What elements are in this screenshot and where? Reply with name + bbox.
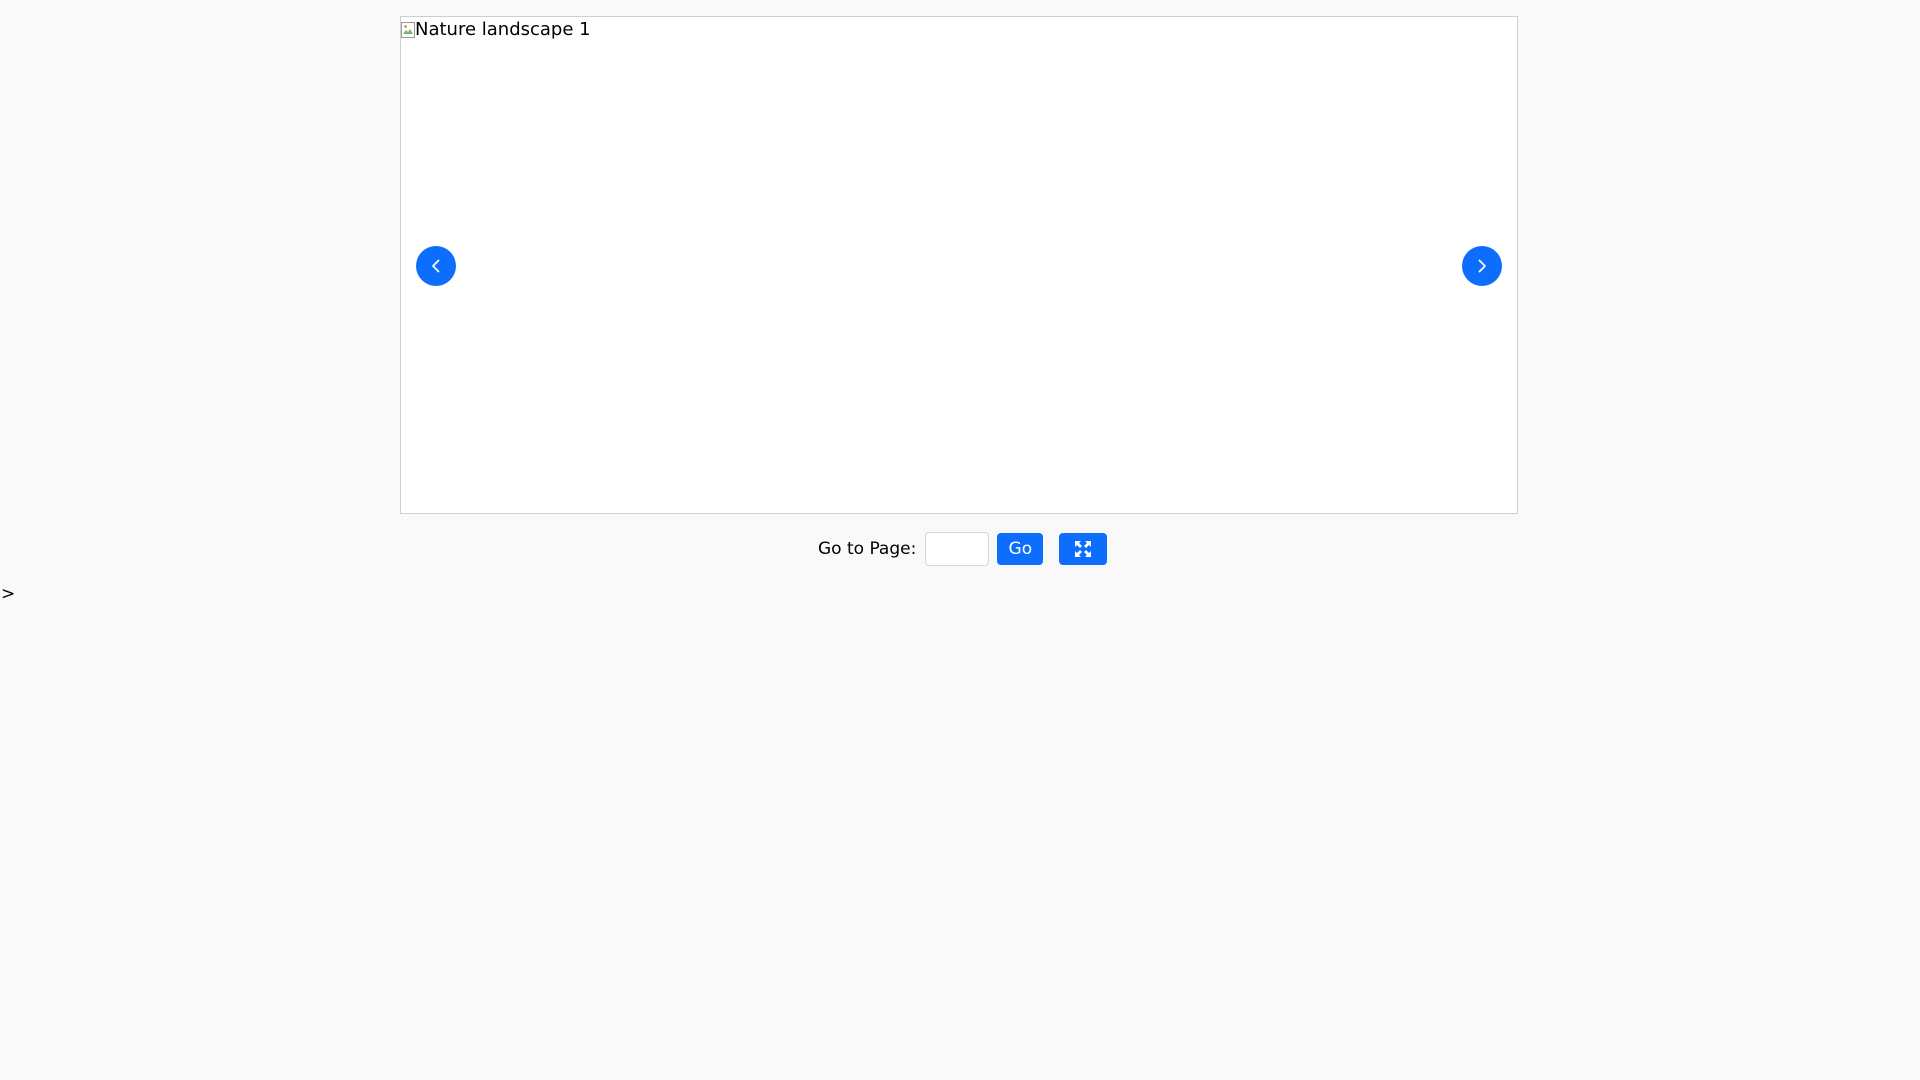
slideshow-viewer: Nature landscape 1 (400, 16, 1518, 514)
previous-slide-button[interactable] (416, 246, 456, 286)
fullscreen-icon (1075, 541, 1092, 557)
page-controls-group: Go to Page: Go (818, 532, 1108, 566)
goto-page-label: Go to Page: (818, 539, 917, 559)
fullscreen-button[interactable] (1059, 533, 1108, 565)
page-controls: Go to Page: Go (0, 532, 1920, 566)
stray-text: > (1, 584, 16, 604)
next-slide-button[interactable] (1462, 246, 1502, 286)
go-button[interactable]: Go (997, 533, 1044, 565)
broken-image-icon (401, 22, 415, 38)
image-alt-text: Nature landscape 1 (415, 19, 591, 40)
slide-image: Nature landscape 1 (401, 17, 591, 42)
chevron-right-icon (1478, 259, 1486, 273)
page-number-input[interactable] (925, 532, 990, 566)
chevron-left-icon (432, 259, 440, 273)
